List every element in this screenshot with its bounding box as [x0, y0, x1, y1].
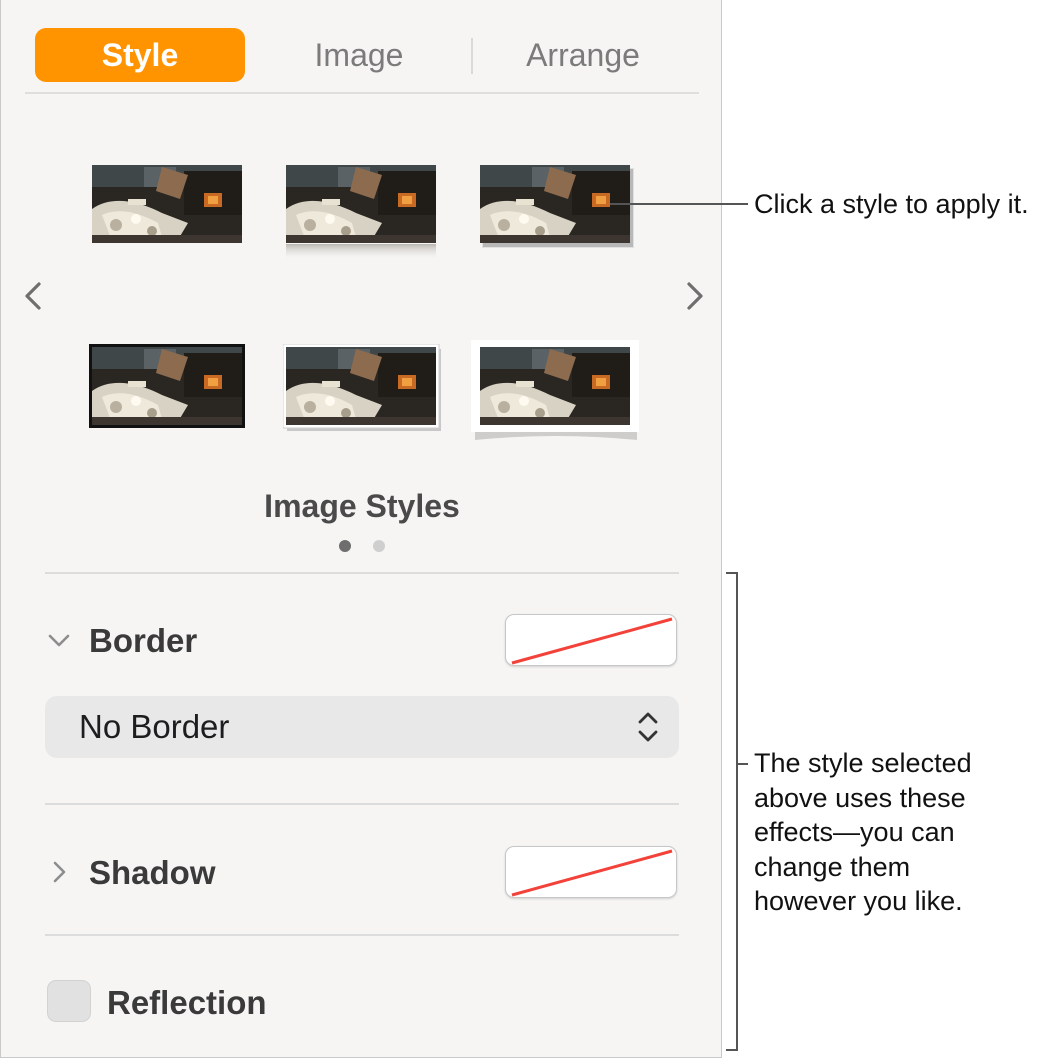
callout-line-text: change them [754, 851, 911, 882]
page-indicator-dot-2[interactable] [373, 540, 385, 552]
no-color-slash-icon [511, 617, 673, 665]
style-thumbnail-drop-shadow[interactable] [479, 164, 639, 254]
chevron-right-icon [53, 861, 66, 883]
callout-line-text: however you like. [754, 886, 963, 916]
callout-bracket [736, 572, 738, 1051]
section-divider [45, 803, 679, 805]
shadow-color-well[interactable] [505, 846, 677, 898]
chevron-down-icon [48, 634, 70, 647]
previous-page-button[interactable] [19, 278, 47, 314]
reflection-label: Reflection [107, 984, 267, 1021]
callout-leader-line [610, 203, 748, 205]
style-thumbnail-reflection[interactable] [285, 164, 437, 262]
border-color-well[interactable] [505, 614, 677, 666]
photo-thumbnail [480, 165, 634, 248]
photo-thumbnail [92, 165, 242, 243]
border-disclosure-button[interactable] [45, 626, 73, 654]
tab-bar: Style Image Arrange [25, 28, 699, 82]
tab-arrange[interactable]: Arrange [485, 28, 681, 82]
border-type-value: No Border [79, 708, 230, 745]
chevron-up-down-icon [638, 712, 658, 742]
reflection-checkbox[interactable] [47, 980, 91, 1022]
shadow-disclosure-button[interactable] [45, 858, 73, 886]
border-label: Border [89, 622, 198, 659]
style-thumbnail-frame-shadow[interactable] [283, 344, 443, 434]
callout-bracket-tick [738, 763, 748, 765]
photo-thumbnail [283, 344, 441, 431]
image-styles-title: Image Styles [264, 488, 460, 524]
tab-separator [471, 38, 473, 74]
style-thumbnail-no-border[interactable] [91, 164, 243, 244]
callout-line-text: effects—you can [754, 817, 955, 847]
photo-thumbnail [89, 344, 245, 428]
border-type-popup[interactable]: No Border [45, 696, 679, 758]
callout-line-text: The style selected [754, 748, 972, 778]
shadow-section: Shadow [45, 846, 679, 902]
tab-divider [25, 92, 699, 94]
format-sidebar: Style Image Arrange Image Styles Border … [0, 0, 722, 1058]
no-color-slash-icon [511, 849, 673, 897]
callout-line-text: above uses these [754, 782, 966, 813]
section-divider [45, 934, 679, 936]
chevron-right-icon [687, 282, 703, 310]
effects-callout-text: The style selected above uses these effe… [754, 746, 972, 919]
photo-thumbnail [471, 340, 639, 440]
callout-bracket [726, 1049, 738, 1051]
tab-image[interactable]: Image [259, 28, 459, 82]
shadow-label: Shadow [89, 854, 216, 891]
styles-callout-text: Click a style to apply it. [754, 189, 1029, 219]
section-divider [45, 572, 679, 574]
border-section: Border [45, 614, 679, 670]
next-page-button[interactable] [681, 278, 709, 314]
style-thumbnail-photo-curl[interactable] [471, 340, 641, 444]
photo-thumbnail [286, 165, 436, 260]
chevron-left-icon [25, 282, 41, 310]
page-indicator-dot-1[interactable] [339, 540, 351, 552]
style-thumbnail-thin-border[interactable] [89, 344, 245, 428]
tab-style[interactable]: Style [35, 28, 245, 82]
